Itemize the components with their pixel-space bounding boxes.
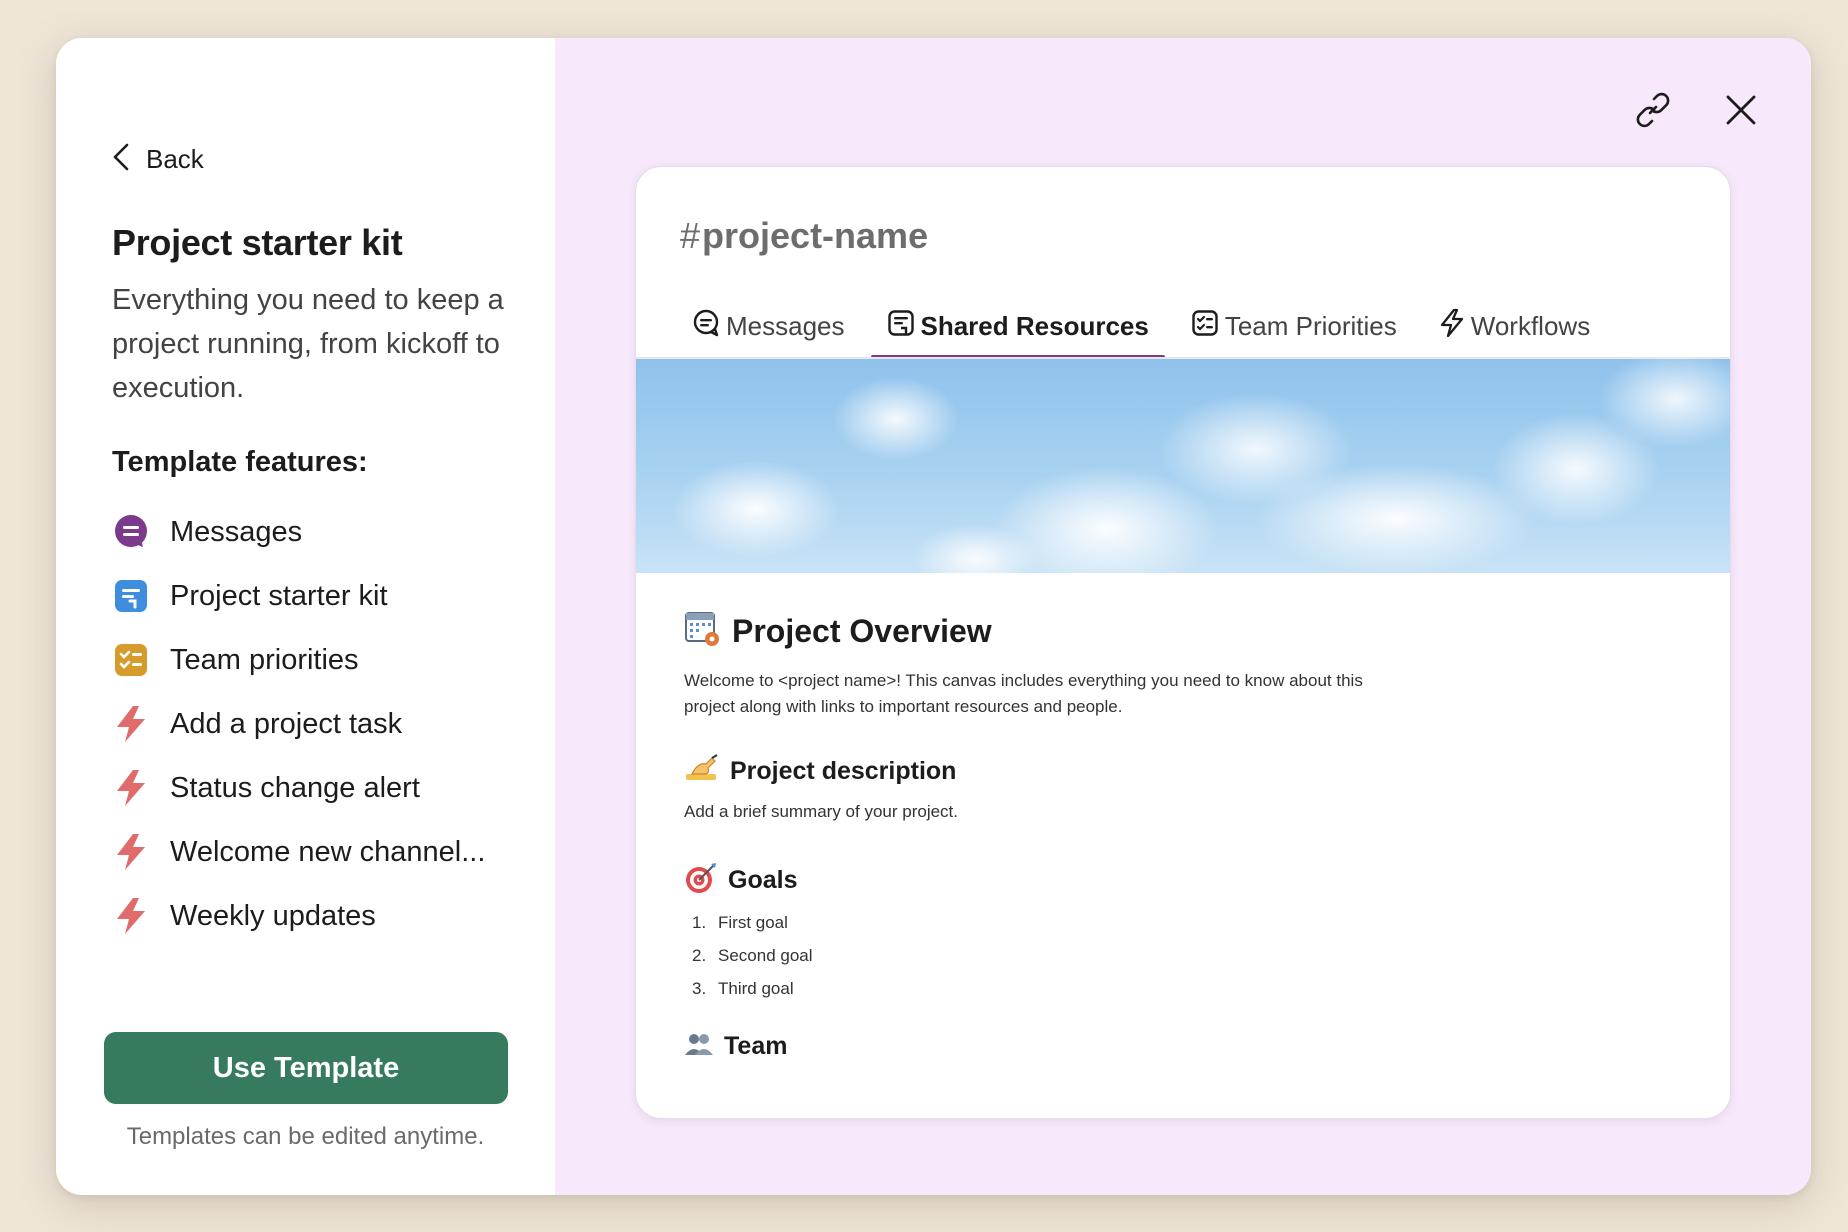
channel-name: #project-name <box>680 215 928 257</box>
workflow-bolt-icon <box>112 705 150 743</box>
template-description: Everything you need to keep a project ru… <box>112 284 504 404</box>
list-tab-icon <box>1191 309 1219 344</box>
messages-icon <box>112 513 150 551</box>
feature-label: Weekly updates <box>170 899 376 932</box>
feature-item-workflow: Status change alert <box>112 756 485 820</box>
goal-number: 3. <box>692 978 707 998</box>
canvas-banner-image <box>636 359 1730 573</box>
tab-label: Shared Resources <box>920 310 1149 341</box>
bolt-tab-icon <box>1439 308 1465 345</box>
list-item: 3. Third goal <box>684 972 1690 1005</box>
canvas-content: Project Overview Welcome to <project nam… <box>684 573 1690 1062</box>
feature-item-workflow: Weekly updates <box>112 884 485 948</box>
feature-label: Welcome new channel... <box>170 835 486 868</box>
feature-item-canvas: Project starter kit <box>112 564 485 628</box>
template-preview-panel: #project-name Messages Shared Resources <box>555 38 1811 1195</box>
canvas-tab-icon <box>887 309 915 344</box>
tab-team-priorities[interactable]: Team Priorities <box>1175 295 1413 357</box>
description-heading: Project description <box>684 754 1690 789</box>
workflow-bolt-icon <box>112 833 150 871</box>
back-button[interactable]: Back <box>112 142 204 177</box>
team-title: Team <box>724 1032 788 1060</box>
messages-tab-icon <box>692 309 720 344</box>
list-item: 1. First goal <box>684 906 1690 939</box>
close-icon[interactable] <box>1717 86 1765 134</box>
goals-title: Goals <box>728 866 798 894</box>
canvas-preview-card: #project-name Messages Shared Resources <box>635 166 1731 1119</box>
tab-messages[interactable]: Messages <box>676 295 861 357</box>
template-details-panel: Back Project starter kit Everything you … <box>56 38 555 1195</box>
workflow-bolt-icon <box>112 769 150 807</box>
goals-list: 1. First goal 2. Second goal 3. Third goal <box>684 906 1690 1005</box>
people-icon <box>684 1031 714 1062</box>
feature-item-workflow: Welcome new channel... <box>112 820 485 884</box>
goals-heading: Goals <box>684 861 1690 900</box>
goal-number: 2. <box>692 945 707 965</box>
template-modal: Back Project starter kit Everything you … <box>56 38 1811 1195</box>
feature-item-priorities: Team priorities <box>112 628 485 692</box>
tab-label: Messages <box>726 310 845 341</box>
overview-title: Project Overview <box>732 613 992 649</box>
feature-label: Add a project task <box>170 707 403 740</box>
features-list: Messages Project starter kit Team priori… <box>112 500 485 948</box>
tab-shared-resources[interactable]: Shared Resources <box>870 295 1166 359</box>
feature-label: Project starter kit <box>170 579 388 612</box>
overview-text: Welcome to <project name>! This canvas i… <box>684 671 1363 716</box>
feature-label: Status change alert <box>170 771 420 804</box>
description-title: Project description <box>730 757 957 785</box>
goal-text: First goal <box>718 912 788 932</box>
workflow-bolt-icon <box>112 897 150 935</box>
template-title: Project starter kit <box>112 222 403 263</box>
feature-label: Messages <box>170 515 303 548</box>
writing-hand-icon <box>684 754 720 789</box>
team-heading: Team <box>684 1031 1690 1062</box>
back-label: Back <box>146 144 204 174</box>
tab-workflows[interactable]: Workflows <box>1423 295 1606 357</box>
tab-label: Workflows <box>1470 310 1591 341</box>
description-text: Add a brief summary of your project. <box>684 802 959 821</box>
calendar-gear-icon <box>684 609 722 654</box>
target-icon <box>684 861 718 900</box>
edit-hint: Templates can be edited anytime. <box>126 1123 485 1150</box>
list-icon <box>112 641 150 679</box>
feature-label: Team priorities <box>170 643 359 676</box>
overview-heading: Project Overview <box>684 609 1690 654</box>
tab-label: Team Priorities <box>1224 310 1397 341</box>
channel-name-text: project-name <box>702 215 929 256</box>
list-item: 2. Second goal <box>684 939 1690 972</box>
channel-tabs: Messages Shared Resources Team Prioritie… <box>676 295 1730 359</box>
goal-text: Second goal <box>718 945 813 965</box>
use-template-button[interactable]: Use Template <box>104 1032 508 1104</box>
feature-item-workflow: Add a project task <box>112 692 485 756</box>
features-heading: Template features: <box>112 446 368 478</box>
copy-link-icon[interactable] <box>1629 86 1677 134</box>
feature-item-messages: Messages <box>112 500 485 564</box>
goal-text: Third goal <box>718 978 794 998</box>
chevron-left-icon <box>112 142 130 177</box>
canvas-icon <box>112 577 150 615</box>
goal-number: 1. <box>692 912 707 932</box>
channel-hash: # <box>680 215 701 256</box>
